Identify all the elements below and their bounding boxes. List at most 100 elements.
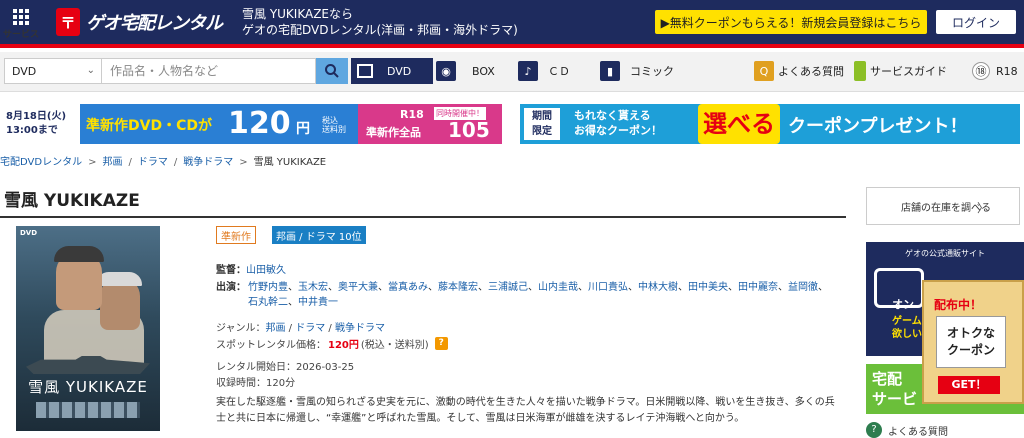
director-label: 監督： bbox=[216, 265, 246, 276]
cover-cast-strip bbox=[36, 402, 140, 418]
header-title-line2: ゲオの宅配DVDレンタル(洋画・邦画・海外ドラマ) bbox=[242, 23, 518, 37]
banner-tax-note: 税込 送料別 bbox=[322, 116, 346, 134]
coupon-banner-message: もれなく貰える お得なクーポン！ bbox=[574, 108, 662, 138]
nav-comic[interactable]: ▮ コミック bbox=[600, 58, 674, 84]
book-icon: ▮ bbox=[600, 61, 620, 81]
cast-list: 竹野内豊、玉木宏、奥平大兼、當真あみ、藤本隆宏、三浦誠己、山内圭哉、川口貴弘、中… bbox=[248, 282, 828, 308]
cast-link[interactable]: 三浦誠己 bbox=[488, 282, 528, 293]
login-button[interactable]: ログイン bbox=[936, 10, 1016, 34]
banner-tax-line2: 送料別 bbox=[322, 125, 346, 134]
question-icon: Q bbox=[754, 61, 774, 81]
product-cover-image[interactable]: DVD 雪風 YUKIKAZE bbox=[16, 226, 160, 431]
sidebar-faq-label: よくある質問 bbox=[888, 426, 948, 438]
coupon-line2: クーポン bbox=[946, 343, 995, 357]
search-input[interactable] bbox=[102, 58, 316, 84]
chevron-right-icon: 〉 bbox=[976, 201, 989, 215]
nav-r18-label: R18 bbox=[996, 64, 1018, 78]
cast-link[interactable]: 田中麗奈 bbox=[738, 282, 778, 293]
spot-price-tax: (税込・送料別) bbox=[360, 340, 429, 351]
coupon-top-text: 配布中！ bbox=[934, 298, 983, 312]
cast-link[interactable]: 田中美央 bbox=[688, 282, 728, 293]
genre-link-war-drama[interactable]: 戦争ドラマ bbox=[335, 323, 385, 334]
check-store-stock-button[interactable]: 店舗の在庫を調べる 〉 bbox=[866, 187, 1020, 225]
select-badge: 選べる bbox=[698, 104, 780, 144]
help-circle-icon: ? bbox=[866, 422, 882, 438]
ad-top-text: ゲオの公式通販サイト bbox=[905, 249, 985, 258]
postbox-logo-icon: 〒 bbox=[56, 8, 80, 36]
cast-link[interactable]: 川口貴弘 bbox=[588, 282, 628, 293]
price-help-icon[interactable]: ? bbox=[434, 337, 448, 350]
coupon-get-button[interactable]: GET！ bbox=[938, 376, 1000, 394]
nav-service-guide[interactable]: サービスガイド bbox=[854, 58, 947, 84]
spot-price-value: 120円 bbox=[328, 340, 359, 351]
nav-r18[interactable]: ⑱ R18 bbox=[972, 58, 1018, 84]
category-select[interactable]: DVD ⌄ bbox=[4, 58, 102, 84]
search-button[interactable] bbox=[316, 58, 348, 84]
genre-row: ジャンル：邦画 / ドラマ / 戦争ドラマ bbox=[216, 323, 385, 334]
cast-link[interactable]: 玉木宏 bbox=[298, 282, 328, 293]
cast-link[interactable]: 奥平大兼 bbox=[338, 282, 378, 293]
limited-time-badge: 期間 限定 bbox=[524, 108, 560, 140]
banner-time: 13:00まで bbox=[6, 125, 58, 136]
free-coupon-signup-button[interactable]: ▶無料クーポンもらえる！新規会員登録はこちら bbox=[655, 10, 927, 34]
genre-link-houga[interactable]: 邦画 bbox=[266, 323, 286, 334]
site-header: サービス 〒 ゲオ宅配レンタル 雪風 YUKIKAZEなら ゲオの宅配DVDレン… bbox=[0, 0, 1024, 44]
header-title: 雪風 YUKIKAZEなら ゲオの宅配DVDレンタル(洋画・邦画・海外ドラマ) bbox=[242, 6, 518, 38]
cast-link[interactable]: 中井貴一 bbox=[298, 297, 338, 308]
nav-dvd-label: DVD bbox=[387, 64, 412, 78]
banner-message: 準新作DVD・CDが bbox=[86, 118, 212, 134]
nav-comic-label: コミック bbox=[630, 65, 674, 78]
breadcrumb-current: 雪風 YUKIKAZE bbox=[253, 157, 327, 168]
nav-dvd[interactable]: DVD bbox=[351, 58, 433, 84]
search-nav-bar: DVD ⌄ DVD ◉ BOX ♪ ＣＤ ▮ コミック Q よくある質問 サービ… bbox=[0, 52, 1024, 92]
banner-price: 120 bbox=[228, 106, 291, 141]
cast-link[interactable]: 藤本隆宏 bbox=[438, 282, 478, 293]
coupon-line1: オトクな bbox=[946, 326, 995, 340]
search-icon bbox=[325, 64, 339, 78]
cast-link[interactable]: 山内圭哉 bbox=[538, 282, 578, 293]
breadcrumb-drama[interactable]: ドラマ bbox=[138, 157, 168, 168]
coupon-popup-widget[interactable]: 配布中！ オトクな クーポン GET！ bbox=[922, 280, 1024, 404]
service-menu-button[interactable]: サービス bbox=[0, 0, 42, 44]
coupon-msg-line2: お得なクーポン！ bbox=[574, 124, 662, 137]
sidebar-faq-link[interactable]: ? よくある質問 bbox=[866, 422, 948, 438]
new-release-badge: 準新作 bbox=[216, 226, 256, 244]
film-icon bbox=[357, 64, 373, 78]
cast-row: 出演： 竹野内豊、玉木宏、奥平大兼、當真あみ、藤本隆宏、三浦誠己、山内圭哉、川口… bbox=[216, 280, 828, 308]
banner-yen: 円 bbox=[296, 121, 310, 137]
spot-price-label: スポットレンタル価格： bbox=[216, 340, 326, 351]
cast-link[interactable]: 石丸幹二 bbox=[248, 297, 288, 308]
coupon-present-banner[interactable]: 期間 限定 もれなく貰える お得なクーポン！ 選べる クーポンプレゼント！ bbox=[520, 104, 1020, 144]
chevron-down-icon: ⌄ bbox=[86, 65, 95, 76]
cast-link[interactable]: 益岡徹 bbox=[788, 282, 818, 293]
nav-faq[interactable]: Q よくある質問 bbox=[754, 58, 844, 84]
site-logo[interactable]: 〒 ゲオ宅配レンタル bbox=[56, 8, 223, 36]
spot-price-row: スポットレンタル価格： 120円 (税込・送料別) ? bbox=[216, 336, 448, 351]
cast-link[interactable]: 竹野内豊 bbox=[248, 282, 288, 293]
rental-start-date: レンタル開始日：2026-03-25 bbox=[216, 362, 355, 373]
nav-faq-label: よくある質問 bbox=[778, 65, 844, 78]
disc-icon: ◉ bbox=[436, 61, 456, 81]
nav-box[interactable]: ◉ BOX bbox=[436, 58, 495, 84]
coupon-card: オトクな クーポン bbox=[936, 316, 1006, 368]
nav-cd-label: ＣＤ bbox=[548, 65, 570, 78]
ranking-badge[interactable]: 邦画 / ドラマ 10位 bbox=[272, 226, 366, 244]
cast-link[interactable]: 當真あみ bbox=[388, 282, 428, 293]
ranking-badge-label: 邦画 / ドラマ 10位 bbox=[276, 231, 362, 243]
banner-deadline: 8月18日(火) 13:00まで bbox=[0, 104, 80, 144]
category-select-value: DVD bbox=[12, 65, 37, 78]
genre-link-drama[interactable]: ドラマ bbox=[295, 323, 325, 334]
banner-r18-message: 準新作全品 bbox=[366, 126, 421, 139]
director-link[interactable]: 山田敏久 bbox=[246, 265, 286, 276]
grid-icon bbox=[13, 9, 29, 25]
header-title-line1: 雪風 YUKIKAZEなら bbox=[242, 7, 354, 21]
cast-link[interactable]: 中林大樹 bbox=[638, 282, 678, 293]
breadcrumb-houga[interactable]: 邦画 bbox=[102, 157, 122, 168]
banner-r18-price: 105円 bbox=[448, 118, 490, 142]
campaign-banner-120yen[interactable]: 8月18日(火) 13:00まで 準新作DVD・CDが 120 円 税込 送料別… bbox=[0, 104, 502, 144]
music-note-icon: ♪ bbox=[518, 61, 538, 81]
r18-icon: ⑱ bbox=[972, 62, 990, 80]
nav-cd[interactable]: ♪ ＣＤ bbox=[518, 58, 570, 84]
breadcrumb-war-drama[interactable]: 戦争ドラマ bbox=[183, 157, 233, 168]
breadcrumb-home[interactable]: 宅配DVDレンタル bbox=[0, 157, 82, 168]
